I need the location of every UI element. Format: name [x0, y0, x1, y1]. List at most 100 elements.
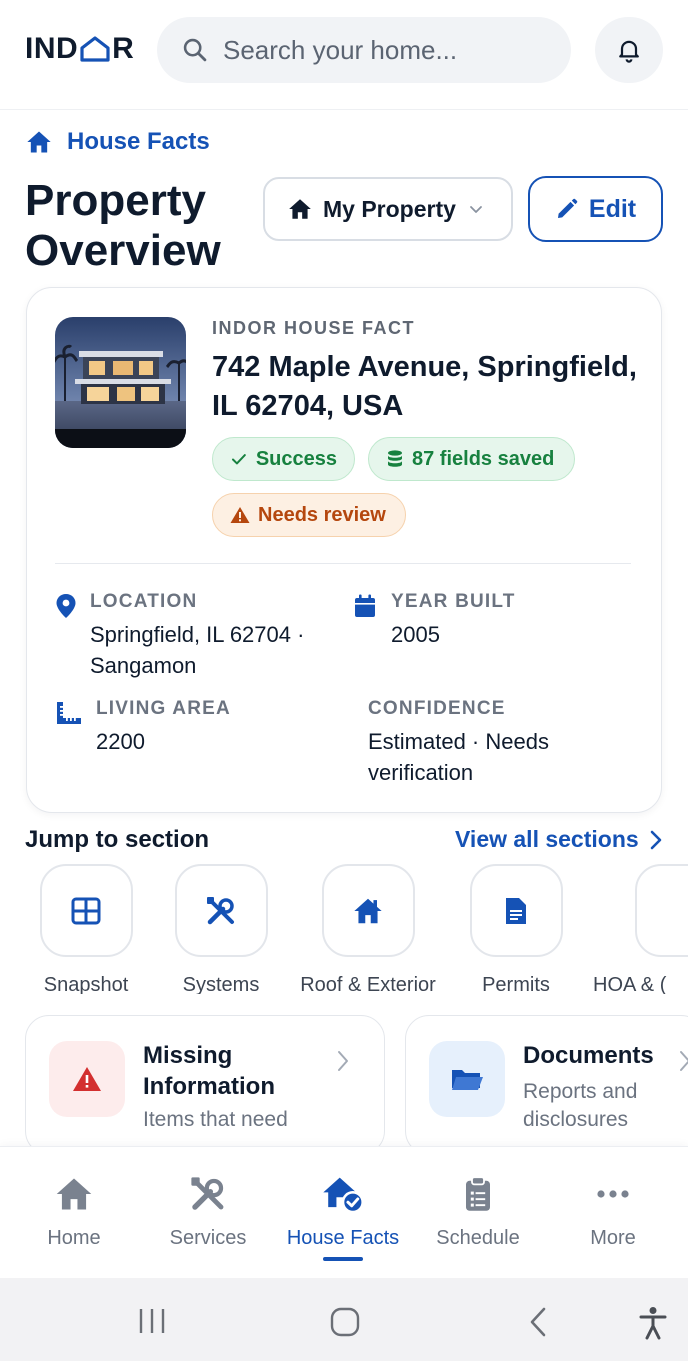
- house-photo-image: [55, 317, 186, 448]
- nav-services-label: Services: [169, 1227, 247, 1249]
- status-badge-success-label: Success: [255, 447, 337, 470]
- folder-icon: [452, 1070, 483, 1090]
- card-kicker: INDOR HOUSE FACT: [212, 318, 416, 338]
- section-permits[interactable]: Permits: [441, 864, 591, 994]
- nav-house-facts-label: House Facts: [286, 1227, 400, 1249]
- property-select[interactable]: My Property: [263, 177, 513, 241]
- section-systems[interactable]: Systems: [146, 864, 296, 994]
- fact-year-built: YEAR BUILT 2005: [353, 591, 633, 651]
- home-button-icon[interactable]: [329, 1306, 361, 1338]
- section-roof-exterior-tile: [321, 864, 415, 957]
- documents-icon-tile: [429, 1041, 505, 1117]
- property-select-label: My Property: [323, 195, 456, 222]
- missing-info-title: Missing Information: [143, 1042, 275, 1100]
- section-shortcuts: Snapshot Systems Roof & Exterior Permits…: [0, 864, 688, 994]
- nav-schedule[interactable]: Schedule: [411, 1173, 545, 1250]
- chevron-right-icon: [650, 830, 661, 849]
- home-icon: [27, 131, 51, 153]
- fact-living-area: LIVING AREA 2200: [55, 698, 335, 758]
- home-icon: [56, 1178, 92, 1210]
- property-card: INDOR HOUSE FACT 742 Maple Avenue, Sprin…: [26, 287, 662, 813]
- search-input[interactable]: [223, 34, 543, 66]
- status-badge-success: Success: [212, 437, 355, 481]
- search-icon: [183, 38, 207, 62]
- jump-section-title: Jump to section: [25, 826, 210, 853]
- tools-icon: [207, 896, 234, 924]
- back-icon[interactable]: [527, 1306, 549, 1338]
- grid-icon: [71, 897, 101, 924]
- needs-review-label: Needs review: [258, 503, 386, 526]
- fields-saved-label: 87 fields saved: [412, 447, 555, 470]
- house-icon: [354, 898, 382, 923]
- system-navigation-bar: [0, 1278, 688, 1361]
- bell-icon: [619, 40, 639, 63]
- nav-house-facts[interactable]: House Facts: [276, 1173, 410, 1250]
- chevron-right-icon: [680, 1051, 688, 1071]
- section-systems-tile: [174, 864, 268, 957]
- nav-more[interactable]: More: [546, 1173, 680, 1250]
- notifications-button[interactable]: [595, 17, 663, 83]
- location-pin-icon: [56, 594, 76, 618]
- check-icon: [231, 454, 246, 465]
- view-all-sections-link[interactable]: View all sections: [455, 826, 663, 853]
- fact-year-label: YEAR BUILT: [391, 591, 516, 612]
- property-photo[interactable]: [55, 317, 186, 448]
- section-hoa-tile: [635, 864, 688, 957]
- ruler-icon: [57, 702, 81, 724]
- property-address: 742 Maple Avenue, Springfield, IL 62704,…: [212, 351, 637, 422]
- section-hoa[interactable]: HOA & (: [588, 864, 688, 994]
- database-icon: [388, 450, 402, 467]
- accessibility-icon[interactable]: [638, 1306, 668, 1340]
- missing-info-icon-tile: [49, 1041, 125, 1117]
- top-bar: IND R: [0, 0, 688, 110]
- fact-confidence: CONFIDENCE Estimated · Needs verificatio…: [368, 698, 638, 788]
- calendar-icon: [355, 594, 375, 617]
- page-title: Property Overview: [25, 176, 221, 275]
- fact-location: LOCATION Springfield, IL 62704 · Sangamo…: [55, 591, 355, 681]
- documents-title: Documents: [523, 1042, 654, 1069]
- logo-text-right: R: [112, 32, 135, 65]
- more-icon: [597, 1190, 629, 1198]
- missing-information-card[interactable]: Missing Information Items that need: [25, 1015, 385, 1155]
- document-icon: [506, 897, 526, 924]
- needs-review-badge[interactable]: Needs review: [212, 493, 406, 537]
- edit-button-label: Edit: [588, 194, 637, 223]
- recent-apps-icon[interactable]: [137, 1306, 167, 1336]
- fact-confidence-value: Estimated · Needs verification: [368, 729, 549, 785]
- fact-confidence-label: CONFIDENCE: [368, 698, 506, 719]
- warning-icon: [230, 507, 250, 523]
- pencil-icon: [557, 198, 578, 218]
- nav-schedule-label: Schedule: [436, 1227, 520, 1249]
- missing-info-subtitle: Items that need: [143, 1108, 288, 1131]
- section-snapshot-label: Snapshot: [43, 974, 129, 994]
- bottom-navigation: Home Services House Facts Schedule More: [0, 1146, 688, 1278]
- section-systems-label: Systems: [182, 974, 260, 994]
- fact-year-value: 2005: [391, 622, 440, 647]
- breadcrumb[interactable]: House Facts: [25, 128, 210, 156]
- app-logo[interactable]: IND R: [25, 32, 134, 66]
- nav-more-label: More: [590, 1227, 636, 1249]
- fact-area-label: LIVING AREA: [96, 698, 231, 719]
- nav-home[interactable]: Home: [7, 1173, 141, 1250]
- house-icon: [289, 199, 311, 219]
- section-permits-tile: [469, 864, 563, 957]
- section-permits-label: Permits: [482, 974, 550, 994]
- warning-icon: [73, 1067, 101, 1091]
- section-snapshot[interactable]: Snapshot: [11, 864, 161, 994]
- active-tab-indicator: [323, 1257, 363, 1261]
- section-roof-exterior[interactable]: Roof & Exterior: [293, 864, 443, 994]
- section-hoa-label: HOA & (: [593, 974, 667, 994]
- fact-location-value: Springfield, IL 62704 · Sangamon: [90, 622, 305, 678]
- logo-roof-icon: [80, 36, 110, 62]
- fact-location-label: LOCATION: [90, 591, 198, 612]
- fact-area-value: 2200: [96, 729, 145, 754]
- search-bar[interactable]: [157, 17, 571, 83]
- house-check-icon: [323, 1177, 365, 1214]
- edit-button[interactable]: Edit: [528, 176, 663, 242]
- view-all-label: View all sections: [455, 826, 639, 852]
- tools-icon: [191, 1177, 224, 1210]
- documents-card[interactable]: Documents Reports and disclosures: [405, 1015, 688, 1155]
- chevron-right-icon: [338, 1051, 348, 1071]
- breadcrumb-label: House Facts: [67, 128, 210, 155]
- nav-services[interactable]: Services: [141, 1173, 275, 1250]
